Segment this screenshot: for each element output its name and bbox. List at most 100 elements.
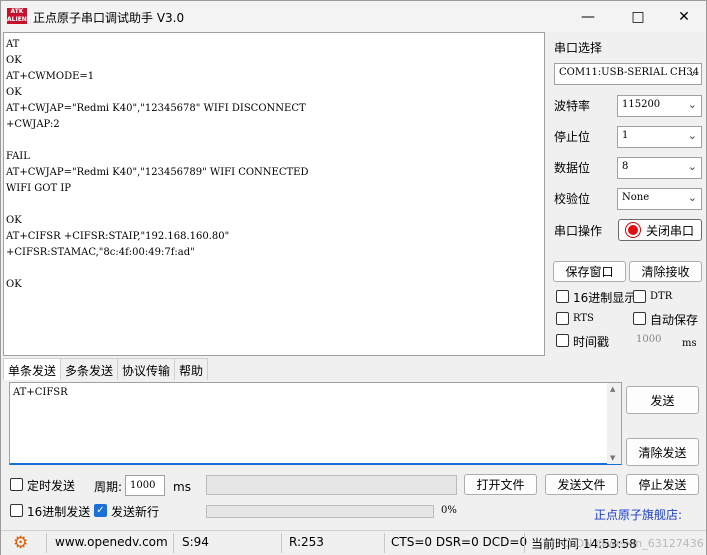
scroll-up-icon[interactable]: ▲ [610,385,615,393]
timestamp-label: 时间戳 [573,335,610,349]
auto-save-label: 自动保存 [650,313,699,327]
send-button[interactable]: 发送 [626,386,699,414]
receive-area[interactable]: AT OK AT+CWMODE=1 OK AT+CWJAP="Redmi K40","1… [3,32,545,356]
parity-value: None [622,192,650,203]
chevron-down-icon: ⌄ [687,129,697,142]
divider [524,533,525,553]
receive-line [6,197,309,213]
rts-label: RTS [573,313,594,324]
timestamp-input[interactable]: 1000 [636,334,661,345]
baud-select[interactable]: 115200 ⌄ [617,95,702,117]
open-file-button[interactable]: 打开文件 [464,474,537,495]
baud-label: 波特率 [554,99,591,113]
divider [281,533,282,553]
hex-send-label: 16进制发送 [27,505,91,519]
data-bits-select[interactable]: 8 ⌄ [617,157,702,179]
period-unit: ms [173,480,191,494]
title-bar: ATK ALIENTEK 正点原子串口调试助手 V3.0 — □ ✕ [1,1,706,32]
receive-line: AT+CWJAP="Redmi K40","12345678" WIFI DIS… [6,103,306,114]
receive-line: FAIL [6,151,30,162]
receive-line: OK [6,215,22,226]
divider [173,533,174,553]
status-url[interactable]: www.openedv.com [55,535,168,549]
clear-send-button[interactable]: 清除发送 [626,438,699,466]
send-scrollbar[interactable]: ▲ ▼ [607,383,621,464]
data-bits-label: 数据位 [554,161,591,175]
hex-display-label: 16进制显示 [573,291,637,305]
timed-send-checkbox[interactable] [10,478,23,491]
period-input[interactable]: 1000 [125,475,165,496]
file-progress-bar [206,475,457,495]
receive-line [6,133,309,149]
receive-line: +CWJAP:2 [6,119,60,130]
receive-line: AT+CWMODE=1 [6,71,95,82]
chevron-down-icon: ⌄ [687,191,697,204]
progress-percent: 0% [441,505,457,516]
port-select-label: 串口选择 [554,41,603,55]
port-select-value: COM11:USB-SERIAL CH34 [559,67,700,78]
scroll-down-icon[interactable]: ▼ [610,454,615,462]
chevron-down-icon: ⌄ [687,98,697,111]
stop-bits-select[interactable]: 1 ⌄ [617,126,702,148]
app-logo: ATK ALIENTEK [7,8,40,24]
send-input[interactable]: AT+CIFSR ▲ ▼ [9,382,622,465]
receive-line: OK [6,55,22,66]
receive-text: AT OK AT+CWMODE=1 OK AT+CWJAP="Redmi K40","1… [6,37,309,293]
maximize-button[interactable]: □ [615,1,661,32]
port-select[interactable]: COM11:USB-SERIAL CH34 ⌄ [554,63,702,85]
close-button[interactable]: ✕ [661,1,707,32]
receive-line: WIFI GOT IP [6,183,72,194]
receive-line: AT+CWJAP="Redmi K40","123456789" WIFI CO… [6,167,309,178]
send-tabs: 单条发送 多条发送 协议传输 帮助 [3,358,209,380]
rts-checkbox[interactable] [556,312,569,325]
tab-multi-send[interactable]: 多条发送 [60,358,119,380]
hex-display-checkbox[interactable] [556,290,569,303]
timed-send-label: 定时发送 [27,479,76,493]
timestamp-unit: ms [682,338,697,349]
port-operation-label: 串口操作 [554,224,603,238]
tab-help[interactable]: 帮助 [174,358,209,380]
gear-icon[interactable]: ⚙ [13,533,28,553]
dtr-checkbox[interactable] [633,290,646,303]
receive-line: OK [6,87,22,98]
status-recv-count: R:253 [289,535,324,549]
tab-single-send[interactable]: 单条发送 [3,358,62,380]
auto-save-checkbox[interactable] [633,312,646,325]
parity-label: 校验位 [554,192,591,206]
data-bits-value: 8 [622,161,629,172]
stop-send-button[interactable]: 停止发送 [626,474,699,495]
timestamp-checkbox[interactable] [556,334,569,347]
dtr-label: DTR [650,291,673,302]
app-window: ATK ALIENTEK 正点原子串口调试助手 V3.0 — □ ✕ AT OK AT… [0,0,707,555]
tab-protocol[interactable]: 协议传输 [117,358,176,380]
divider [384,533,385,553]
send-newline-checkbox[interactable]: ✓ [94,504,107,517]
parity-select[interactable]: None ⌄ [617,188,702,210]
chevron-down-icon: ⌄ [687,66,697,79]
period-label: 周期: [94,480,123,494]
clear-receive-button[interactable]: 清除接收 [629,261,702,282]
baud-select-value: 115200 [622,99,661,110]
send-progress-bar [206,505,434,518]
send-text: AT+CIFSR [13,387,68,398]
receive-line [6,261,309,277]
divider [46,533,47,553]
status-lines: CTS=0 DSR=0 DCD=0 [391,535,528,549]
send-file-button[interactable]: 发送文件 [545,474,618,495]
stop-bits-value: 1 [622,130,629,141]
store-link[interactable]: 正点原子旗舰店: [594,506,682,523]
receive-line: +CIFSR:STAMAC,"8c:4f:00:49:7f:ad" [6,247,195,258]
receive-line: AT [6,39,20,50]
receive-line: OK [6,279,22,290]
send-newline-label: 发送新行 [111,505,160,519]
status-led-icon [625,223,640,237]
minimize-button[interactable]: — [565,1,611,32]
close-port-label: 关闭串口 [645,223,694,238]
status-sent-count: S:94 [182,535,209,549]
hex-send-checkbox[interactable] [10,504,23,517]
save-window-button[interactable]: 保存窗口 [553,261,626,282]
stop-bits-label: 停止位 [554,130,591,144]
close-port-button[interactable]: 关闭串口 [618,219,702,241]
receive-line: AT+CIFSR +CIFSR:STAIP,"192.168.160.80" [6,231,230,242]
status-bar: ⚙ www.openedv.com S:94 R:253 CTS=0 DSR=0… [1,530,706,555]
